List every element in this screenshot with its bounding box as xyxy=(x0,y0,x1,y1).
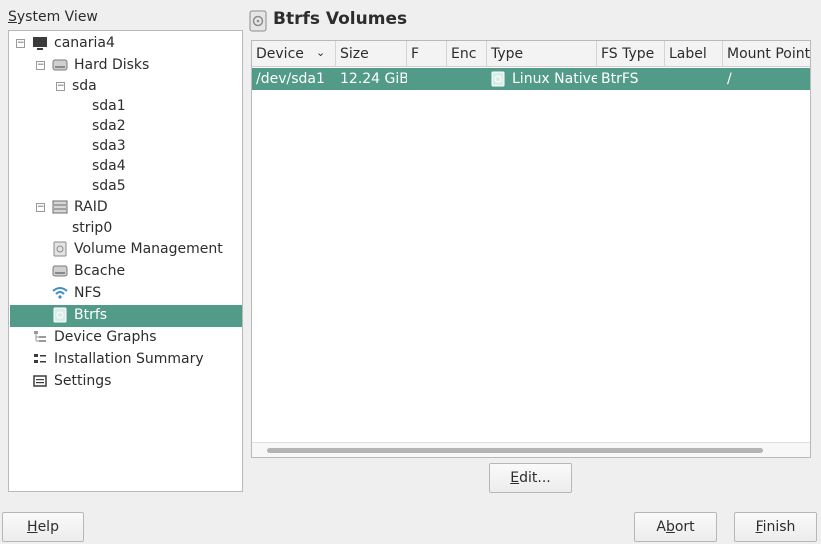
finish-button[interactable]: Finish xyxy=(734,512,817,542)
nfs-wifi-icon xyxy=(52,287,68,299)
col-type[interactable]: Type xyxy=(487,41,597,67)
cell-type: Linux Native xyxy=(512,71,597,87)
linux-native-icon xyxy=(491,71,505,87)
btrfs-volumes-table[interactable]: Device ⌄ Size F Enc Type FS Type Label M… xyxy=(251,40,811,458)
tree-item-btrfs[interactable]: Btrfs xyxy=(74,305,107,325)
cell-size: 12.24 GiB xyxy=(340,71,407,87)
tree-item-sda[interactable]: sda xyxy=(72,76,97,96)
computer-icon xyxy=(33,37,47,50)
tree-item-installation-summary[interactable]: Installation Summary xyxy=(54,349,204,369)
col-label[interactable]: Label xyxy=(665,41,723,67)
sort-chevron-down-icon: ⌄ xyxy=(316,46,326,59)
cell-mount-point: / xyxy=(727,71,732,87)
collapse-toggle-hard-disks[interactable]: − xyxy=(36,61,45,70)
system-view-label: System View xyxy=(8,9,98,25)
tree-item-volume-management[interactable]: Volume Management xyxy=(74,239,223,259)
volume-management-icon xyxy=(53,241,67,257)
page-title: Btrfs Volumes xyxy=(273,9,408,29)
settings-icon xyxy=(33,375,47,387)
table-row[interactable]: /dev/sda1 12.24 GiB Linux Native BtrFS / xyxy=(252,68,810,90)
raid-icon xyxy=(52,200,68,214)
tree-item-sda1[interactable]: sda1 xyxy=(92,96,126,116)
cell-fs-type: BtrFS xyxy=(601,71,639,87)
edit-button[interactable]: Edit... xyxy=(489,463,572,493)
col-f[interactable]: F xyxy=(407,41,447,67)
tree-item-device-graphs[interactable]: Device Graphs xyxy=(54,327,157,347)
device-graphs-icon xyxy=(34,331,46,342)
table-header: Device ⌄ Size F Enc Type FS Type Label M… xyxy=(252,41,810,67)
abort-button[interactable]: Abort xyxy=(634,512,717,542)
cell-enc xyxy=(447,68,487,90)
btrfs-volumes-icon xyxy=(249,10,267,32)
collapse-toggle-raid[interactable]: − xyxy=(36,203,45,212)
cell-device: /dev/sda1 xyxy=(256,71,325,87)
btrfs-icon xyxy=(53,307,67,323)
collapse-toggle-sda[interactable]: − xyxy=(56,82,65,91)
system-view-tree[interactable]: − canaria4 − Hard Disks − sda sda1 sda2 … xyxy=(8,30,243,492)
tree-item-settings[interactable]: Settings xyxy=(54,371,111,391)
help-button[interactable]: Help xyxy=(2,512,84,542)
tree-selection-highlight xyxy=(10,305,242,327)
tree-item-hard-disks[interactable]: Hard Disks xyxy=(74,55,149,75)
tree-item-sda2[interactable]: sda2 xyxy=(92,116,126,136)
horizontal-scrollbar[interactable] xyxy=(252,442,810,457)
col-size[interactable]: Size xyxy=(336,41,407,67)
bcache-icon xyxy=(52,265,68,277)
collapse-toggle-host[interactable]: − xyxy=(16,39,25,48)
col-enc[interactable]: Enc xyxy=(447,41,487,67)
cell-f xyxy=(407,68,447,90)
tree-item-sda3[interactable]: sda3 xyxy=(92,136,126,156)
tree-item-host[interactable]: canaria4 xyxy=(54,33,115,53)
tree-item-raid[interactable]: RAID xyxy=(74,197,108,217)
col-device[interactable]: Device ⌄ xyxy=(252,41,336,67)
tree-item-sda5[interactable]: sda5 xyxy=(92,176,126,196)
tree-item-sda4[interactable]: sda4 xyxy=(92,156,126,176)
installation-summary-icon xyxy=(34,354,46,363)
tree-item-strip0[interactable]: strip0 xyxy=(72,218,112,238)
hard-disk-icon xyxy=(52,59,68,71)
col-mount-point[interactable]: Mount Point xyxy=(723,41,810,67)
tree-item-nfs[interactable]: NFS xyxy=(74,283,101,303)
cell-label xyxy=(665,68,723,90)
horizontal-scrollbar-thumb[interactable] xyxy=(267,448,763,453)
col-fs-type[interactable]: FS Type xyxy=(597,41,665,67)
tree-item-bcache[interactable]: Bcache xyxy=(74,261,125,281)
